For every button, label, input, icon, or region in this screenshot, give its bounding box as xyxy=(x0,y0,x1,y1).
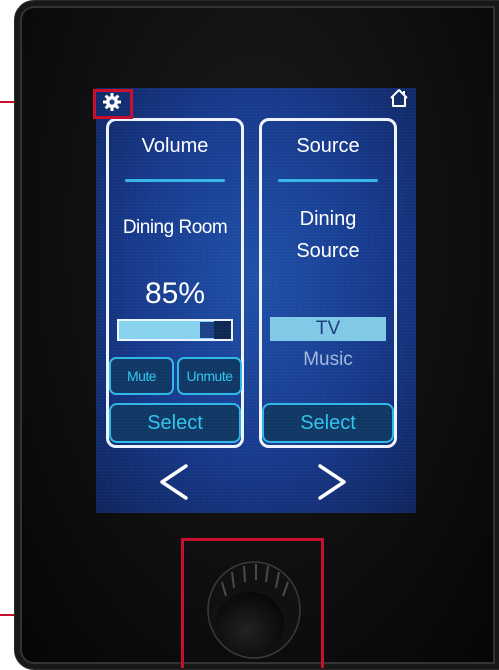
touch-screen: Volume Dining Room 85% Mute Unmute Selec… xyxy=(96,88,416,513)
room-name: Dining Room xyxy=(122,217,228,238)
chevron-right-icon[interactable] xyxy=(312,460,352,504)
home-icon[interactable] xyxy=(388,88,410,108)
source-option-music[interactable]: Music xyxy=(262,349,394,371)
volume-slider-thumb[interactable] xyxy=(200,322,215,338)
source-title-divider xyxy=(278,179,378,182)
volume-title-divider xyxy=(125,179,225,182)
source-panel: Source Dining Source TV Music Select xyxy=(259,118,397,448)
volume-percent: 85% xyxy=(144,277,206,310)
settings-callout-box xyxy=(93,89,133,119)
knob-callout-box xyxy=(181,538,324,668)
volume-panel-title: Volume xyxy=(141,135,209,157)
volume-select-button[interactable]: Select xyxy=(109,403,241,443)
source-name-line2: Source xyxy=(296,240,360,262)
chevron-left-icon[interactable] xyxy=(154,460,194,504)
source-select-button[interactable]: Select xyxy=(262,403,394,443)
mute-button[interactable]: Mute xyxy=(109,357,174,395)
volume-panel: Volume Dining Room 85% Mute Unmute Selec… xyxy=(106,118,244,448)
volume-slider[interactable] xyxy=(117,319,233,341)
source-option-tv[interactable]: TV xyxy=(270,317,386,341)
source-name: Dining Source xyxy=(262,203,394,267)
source-name-line1: Dining xyxy=(299,208,357,230)
unmute-button[interactable]: Unmute xyxy=(177,357,242,395)
source-panel-title: Source xyxy=(296,135,360,157)
